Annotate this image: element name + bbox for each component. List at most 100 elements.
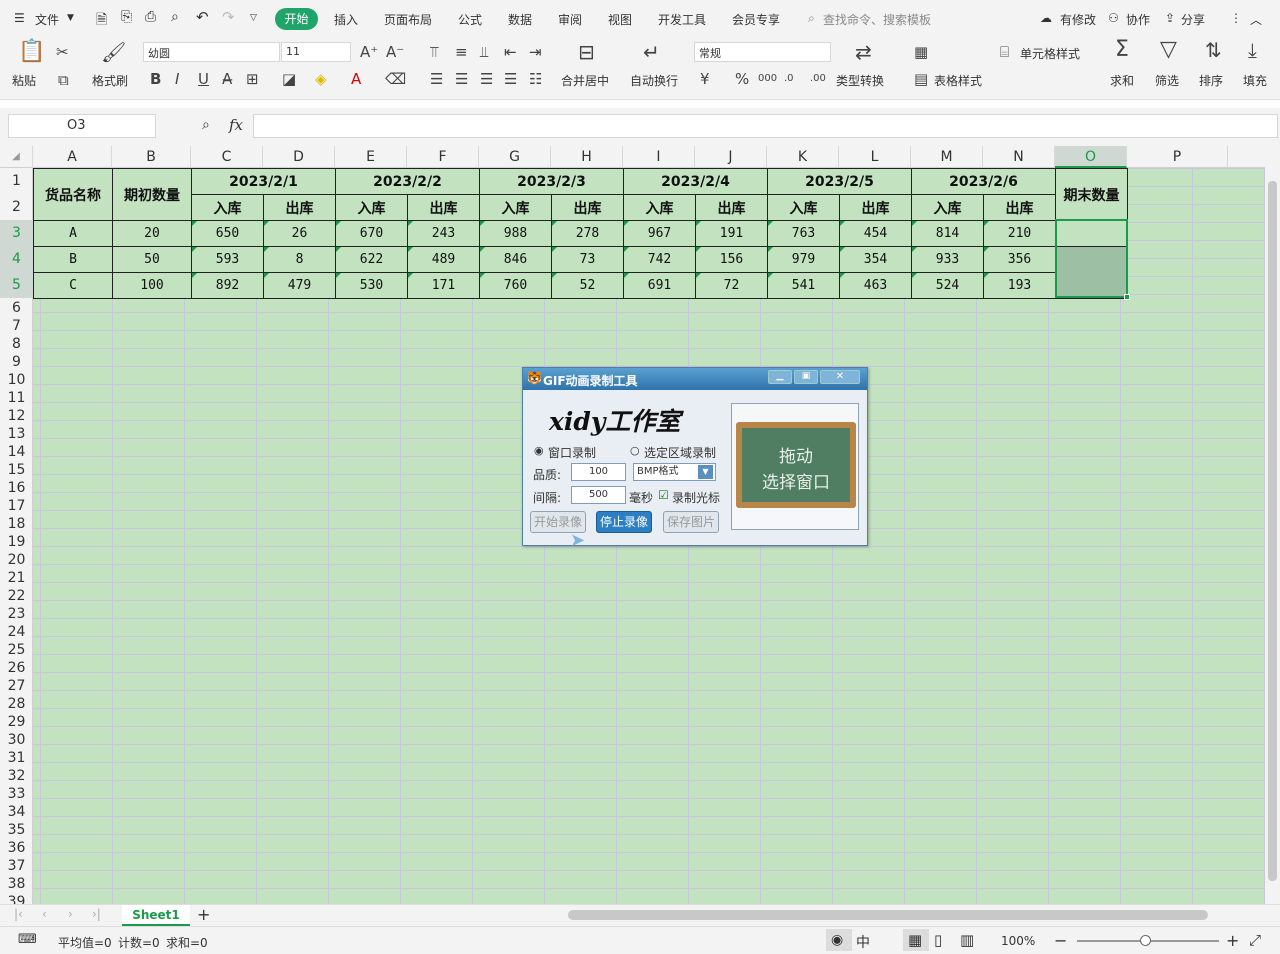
header-stock-out[interactable]: 出库 [695, 194, 768, 221]
menu-file[interactable]: 文件 [35, 11, 59, 28]
cell-quantity[interactable]: 892 [191, 272, 264, 299]
row-header[interactable]: 33 [0, 785, 33, 803]
collapse-ribbon-icon[interactable]: ︿ [1250, 11, 1262, 28]
command-search[interactable]: 查找命令、搜索模板 [823, 11, 931, 28]
cell-quantity[interactable]: 356 [983, 246, 1056, 273]
row-header[interactable]: 15 [0, 461, 33, 479]
row-header[interactable]: 11 [0, 389, 33, 407]
col-header-g[interactable]: G [479, 146, 551, 168]
header-date[interactable]: 2023/2/1 [191, 168, 336, 195]
chevron-down-icon[interactable]: ▼ [67, 13, 74, 23]
cell-quantity[interactable]: 530 [335, 272, 408, 299]
tab-home[interactable]: 开始 [275, 8, 318, 30]
tab-data[interactable]: 数据 [508, 11, 532, 28]
zoom-search-icon[interactable]: ⌕ [202, 117, 210, 133]
row-header[interactable]: 35 [0, 821, 33, 839]
cell-quantity[interactable]: 479 [263, 272, 336, 299]
record-cursor-checkbox[interactable]: 录制光标 [672, 489, 720, 506]
col-header-h[interactable]: H [551, 146, 623, 168]
cell-quantity[interactable]: 8 [263, 246, 336, 273]
col-header-o[interactable]: O [1055, 146, 1127, 168]
col-header-p[interactable]: P [1127, 146, 1228, 168]
share-button[interactable]: 分享 [1181, 11, 1205, 28]
header-stock-in[interactable]: 入库 [335, 194, 408, 221]
cell-style-button[interactable]: 单元格样式 [1020, 45, 1080, 62]
interval-input[interactable]: 500 [571, 486, 626, 504]
header-date[interactable]: 2023/2/5 [767, 168, 912, 195]
align-bottom-icon[interactable]: ⫫ [480, 44, 488, 60]
fill-handle[interactable] [1124, 294, 1130, 300]
fx-icon[interactable]: fx [229, 116, 243, 134]
font-size-select[interactable]: 11 [281, 42, 351, 62]
cell-quantity[interactable]: 73 [551, 246, 624, 273]
row-header[interactable]: 26 [0, 659, 33, 677]
row-header[interactable]: 22 [0, 587, 33, 605]
radio-empty-icon[interactable]: ○ [630, 444, 640, 457]
align-top-icon[interactable]: ⫪ [430, 44, 438, 60]
indent-decrease-icon[interactable]: ⇤ [504, 44, 517, 60]
window-record-radio[interactable]: 窗口录制 [548, 444, 596, 461]
fullscreen-icon[interactable]: ⤢ [1249, 931, 1261, 949]
zoom-out-icon[interactable]: − [1054, 931, 1067, 950]
cell-quantity[interactable]: 454 [839, 220, 912, 247]
col-header-a[interactable]: A [33, 146, 112, 168]
stop-record-button[interactable]: 停止录像 [596, 511, 652, 533]
cell-quantity[interactable]: 760 [479, 272, 552, 299]
scroll-thumb[interactable] [1268, 181, 1277, 881]
italic-icon[interactable]: I [175, 71, 179, 87]
tab-member[interactable]: 会员专享 [732, 11, 780, 28]
cell-quantity[interactable]: 541 [767, 272, 840, 299]
row-header[interactable]: 17 [0, 497, 33, 515]
has-changes-button[interactable]: 有修改 [1060, 11, 1096, 28]
thousands-icon[interactable]: 000 [758, 71, 777, 87]
add-sheet-icon[interactable]: + [197, 905, 210, 924]
row-header[interactable]: 34 [0, 803, 33, 821]
sheet-tab-sheet1[interactable]: Sheet1 [122, 905, 190, 926]
align-right-icon[interactable]: ☰ [480, 71, 493, 87]
header-stock-in[interactable]: 入库 [911, 194, 984, 221]
checkbox-checked-icon[interactable]: ☑ [658, 488, 669, 502]
header-stock-in[interactable]: 入库 [623, 194, 696, 221]
input-method-icon[interactable]: 中 [856, 932, 870, 952]
cell-quantity[interactable]: 933 [911, 246, 984, 273]
cell-quantity[interactable]: 593 [191, 246, 264, 273]
header-stock-in[interactable]: 入库 [191, 194, 264, 221]
cell-initial-qty[interactable]: 100 [112, 272, 192, 299]
cell-quantity[interactable]: 979 [767, 246, 840, 273]
distributed-icon[interactable]: ☷ [529, 71, 542, 87]
header-stock-out[interactable]: 出库 [407, 194, 480, 221]
merge-icon[interactable]: ⊟ [578, 42, 595, 62]
row-header[interactable]: 9 [0, 353, 33, 371]
row-header[interactable]: 5 [0, 272, 33, 298]
cell-quantity[interactable]: 52 [551, 272, 624, 299]
format-painter-icon[interactable]: 🖌 [101, 42, 126, 62]
drag-target-panel[interactable]: 拖动 选择窗口 [731, 403, 859, 530]
cell-quantity[interactable]: 742 [623, 246, 696, 273]
clear-format-icon[interactable]: ⌫ [385, 71, 406, 87]
sum-button[interactable]: 求和 [1110, 72, 1134, 89]
cell-quantity[interactable]: 243 [407, 220, 480, 247]
filter-icon[interactable]: ▽ [1160, 39, 1177, 61]
row-header[interactable]: 3 [0, 220, 33, 246]
cell-quantity[interactable]: 988 [479, 220, 552, 247]
more-icon[interactable]: ⋮ [1230, 11, 1242, 25]
col-header-d[interactable]: D [263, 146, 335, 168]
decrease-font-icon[interactable]: A⁻ [386, 44, 404, 60]
row-header[interactable]: 2 [0, 194, 33, 220]
tab-page-layout[interactable]: 页面布局 [384, 11, 432, 28]
hamburger-icon[interactable]: ☰ [14, 11, 25, 25]
header-stock-in[interactable]: 入库 [479, 194, 552, 221]
tab-review[interactable]: 审阅 [558, 11, 582, 28]
align-left-icon[interactable]: ☰ [430, 71, 443, 87]
cell-goods-name[interactable]: B [33, 246, 113, 273]
header-stock-out[interactable]: 出库 [263, 194, 336, 221]
table-style-button[interactable]: 表格样式 [934, 72, 982, 89]
header-stock-out[interactable]: 出库 [983, 194, 1056, 221]
col-header-e[interactable]: E [335, 146, 407, 168]
bold-icon[interactable]: B [150, 71, 161, 87]
format-painter-button[interactable]: 格式刷 [92, 72, 128, 89]
col-header-k[interactable]: K [767, 146, 839, 168]
maximize-button[interactable]: ▣ [794, 370, 818, 384]
last-sheet-icon[interactable]: ›| [92, 907, 101, 921]
fill-button[interactable]: 填充 [1243, 72, 1267, 89]
